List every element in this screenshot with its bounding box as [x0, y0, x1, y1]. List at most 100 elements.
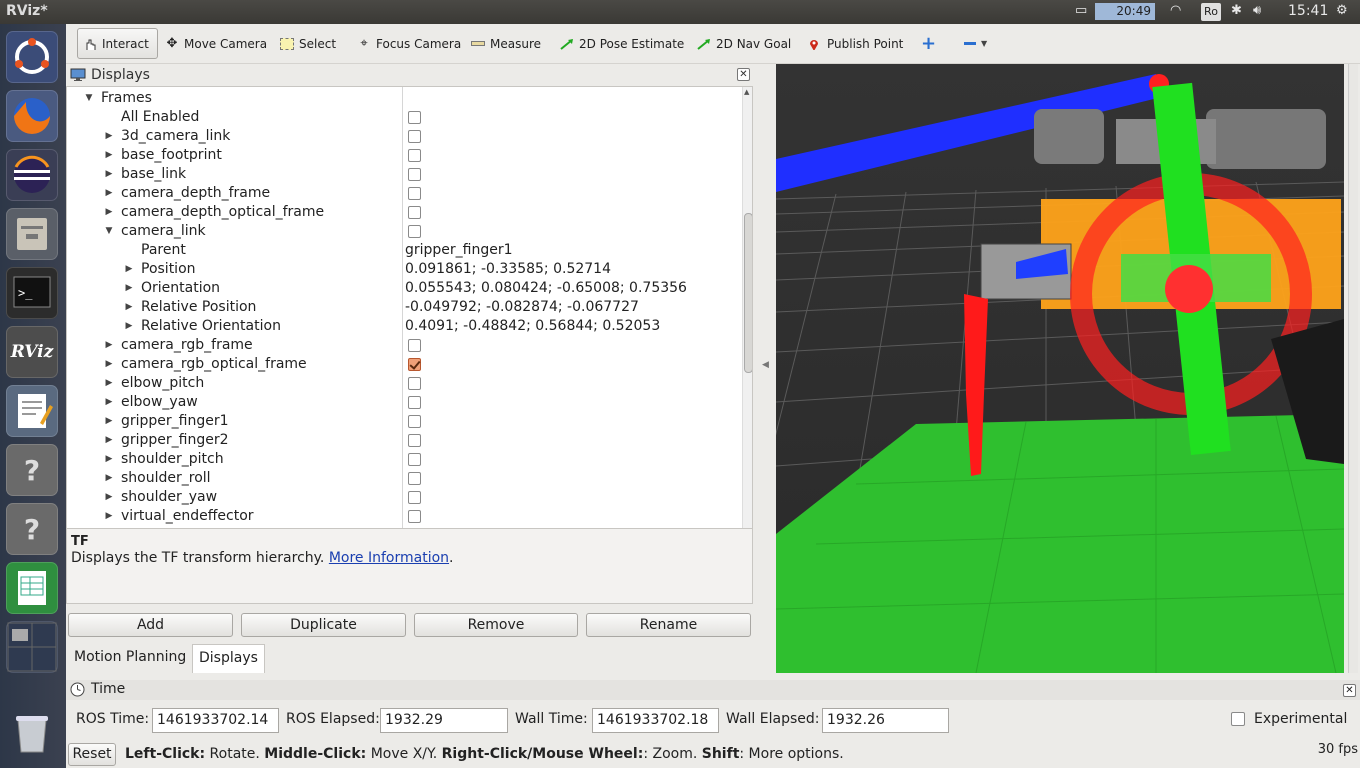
files-icon[interactable]	[6, 208, 58, 260]
tree-row[interactable]: All Enabled	[67, 108, 741, 127]
frame-enabled-checkbox[interactable]	[408, 168, 421, 181]
tree-row[interactable]: ▶ shoulder_pitch	[67, 450, 741, 469]
reset-button[interactable]: Reset	[68, 743, 116, 766]
workspace-switcher-icon[interactable]	[6, 621, 58, 673]
expand-arrow-icon[interactable]: ▶	[103, 146, 115, 165]
trash-icon[interactable]	[6, 706, 58, 758]
collapse-arrow-icon[interactable]: ▼	[103, 222, 115, 241]
tree-row[interactable]: ▶ shoulder_roll	[67, 469, 741, 488]
frame-enabled-checkbox[interactable]	[408, 111, 421, 124]
wifi-icon[interactable]: ◠	[1170, 3, 1181, 18]
tree-row[interactable]: ▶ 3d_camera_link	[67, 127, 741, 146]
tree-row[interactable]: ▼ Frames	[67, 89, 741, 108]
expand-arrow-icon[interactable]: ▶	[103, 336, 115, 355]
tree-row[interactable]: ▶ camera_rgb_optical_frame	[67, 355, 741, 374]
tree-row[interactable]: ▶ gripper_finger1	[67, 412, 741, 431]
frame-enabled-checkbox[interactable]	[408, 472, 421, 485]
tree-row[interactable]: ▼ camera_link	[67, 222, 741, 241]
rviz-launcher-icon[interactable]: RViz	[6, 326, 58, 378]
keyboard-indicator-icon[interactable]: ▭	[1075, 3, 1087, 18]
frame-enabled-checkbox[interactable]	[408, 510, 421, 523]
tree-row[interactable]: ▶ base_footprint	[67, 146, 741, 165]
remove-display-button[interactable]: Remove	[414, 613, 578, 637]
expand-arrow-icon[interactable]: ▶	[103, 165, 115, 184]
frame-enabled-checkbox[interactable]	[408, 434, 421, 447]
frame-enabled-checkbox[interactable]	[408, 415, 421, 428]
terminal-icon[interactable]: >_	[6, 267, 58, 319]
3d-render-viewport[interactable]	[776, 64, 1344, 673]
duplicate-display-button[interactable]: Duplicate	[241, 613, 406, 637]
expand-arrow-icon[interactable]: ▶	[103, 374, 115, 393]
time-close-button[interactable]: ✕	[1343, 684, 1356, 697]
tree-row[interactable]: ▶ Orientation 0.055543; 0.080424; -0.65008…	[67, 279, 741, 298]
add-display-button[interactable]: Add	[68, 613, 233, 637]
expand-arrow-icon[interactable]: ▶	[103, 431, 115, 450]
tree-row[interactable]: ▶ Relative Position -0.049792; -0.082874; …	[67, 298, 741, 317]
tree-row[interactable]: ▶ camera_rgb_frame	[67, 336, 741, 355]
frame-enabled-checkbox[interactable]	[408, 396, 421, 409]
frame-enabled-checkbox[interactable]	[408, 358, 421, 371]
tree-row[interactable]: ▶ base_link	[67, 165, 741, 184]
expand-arrow-icon[interactable]: ▶	[103, 469, 115, 488]
help-icon[interactable]: ?	[6, 444, 58, 496]
frame-enabled-checkbox[interactable]	[408, 339, 421, 352]
scrollbar-thumb[interactable]	[744, 213, 752, 373]
keyboard-layout-indicator[interactable]: Ro	[1201, 3, 1221, 21]
frame-enabled-checkbox[interactable]	[408, 491, 421, 504]
tab-displays[interactable]: Displays	[192, 644, 265, 673]
eclipse-icon[interactable]	[6, 149, 58, 201]
displays-close-button[interactable]: ✕	[737, 68, 750, 81]
publish-point-tool-button[interactable]: Publish Point	[803, 28, 908, 59]
firefox-icon[interactable]	[6, 90, 58, 142]
wall-elapsed-field[interactable]: 1932.26	[822, 708, 949, 733]
tree-row[interactable]: ▶ gripper_finger2	[67, 431, 741, 450]
collapse-arrow-icon[interactable]: ▼	[83, 89, 95, 108]
expand-arrow-icon[interactable]: ▶	[103, 184, 115, 203]
wall-time-field[interactable]: 1461933702.18	[592, 708, 719, 733]
ros-elapsed-field[interactable]: 1932.29	[380, 708, 508, 733]
tree-row[interactable]: ▶ elbow_yaw	[67, 393, 741, 412]
expand-arrow-icon[interactable]: ▶	[123, 260, 135, 279]
add-tool-plus-icon[interactable]: +	[916, 28, 941, 59]
focus-camera-tool-button[interactable]: ⌖ Focus Camera	[352, 28, 466, 59]
splitter-left-arrow-icon[interactable]: ◀	[762, 360, 769, 370]
expand-arrow-icon[interactable]: ▶	[123, 298, 135, 317]
tree-row[interactable]: ▶ Position 0.091861; -0.33585; 0.52714	[67, 260, 741, 279]
experimental-checkbox[interactable]	[1231, 712, 1245, 726]
expand-arrow-icon[interactable]: ▶	[103, 488, 115, 507]
ros-time-field[interactable]: 1461933702.14	[152, 708, 279, 733]
tree-row[interactable]: ▶ virtual_endeffector	[67, 507, 741, 526]
tab-motion-planning[interactable]: Motion Planning	[68, 644, 192, 673]
expand-arrow-icon[interactable]: ▶	[123, 279, 135, 298]
measure-tool-button[interactable]: Measure	[466, 28, 546, 59]
text-editor-icon[interactable]	[6, 385, 58, 437]
frame-enabled-checkbox[interactable]	[408, 377, 421, 390]
ubuntu-dash-icon[interactable]	[6, 31, 58, 83]
frame-enabled-checkbox[interactable]	[408, 206, 421, 219]
tree-row[interactable]: ▶ camera_depth_optical_frame	[67, 203, 741, 222]
spreadsheet-icon[interactable]	[6, 562, 58, 614]
tree-row[interactable]: ▶ Relative Orientation 0.4091; -0.48842; 0…	[67, 317, 741, 336]
move-camera-tool-button[interactable]: ✥ Move Camera	[160, 28, 272, 59]
tree-row[interactable]: ▶ shoulder_yaw	[67, 488, 741, 507]
bluetooth-icon[interactable]: ✱	[1231, 3, 1242, 18]
2d-pose-estimate-tool-button[interactable]: 2D Pose Estimate	[555, 28, 689, 59]
right-dock-scrollbar[interactable]	[1348, 64, 1358, 673]
more-information-link[interactable]: More Information	[329, 550, 449, 566]
network-speed-indicator[interactable]: 20:49	[1095, 3, 1155, 20]
frame-enabled-checkbox[interactable]	[408, 130, 421, 143]
tree-row[interactable]: ▶ camera_depth_frame	[67, 184, 741, 203]
tree-vertical-scrollbar[interactable]: ▲ ▼	[742, 87, 752, 585]
expand-arrow-icon[interactable]: ▶	[103, 203, 115, 222]
remove-tool-minus-icon[interactable]: ▼	[959, 28, 992, 59]
select-tool-button[interactable]: Select	[275, 28, 341, 59]
rename-display-button[interactable]: Rename	[586, 613, 751, 637]
clock[interactable]: 15:41	[1288, 3, 1328, 19]
frame-enabled-checkbox[interactable]	[408, 225, 421, 238]
expand-arrow-icon[interactable]: ▶	[103, 507, 115, 526]
interact-tool-button[interactable]: Interact	[77, 28, 158, 59]
expand-arrow-icon[interactable]: ▶	[103, 412, 115, 431]
tree-row[interactable]: Parent gripper_finger1	[67, 241, 741, 260]
frame-enabled-checkbox[interactable]	[408, 453, 421, 466]
scroll-up-icon[interactable]: ▲	[744, 88, 749, 96]
